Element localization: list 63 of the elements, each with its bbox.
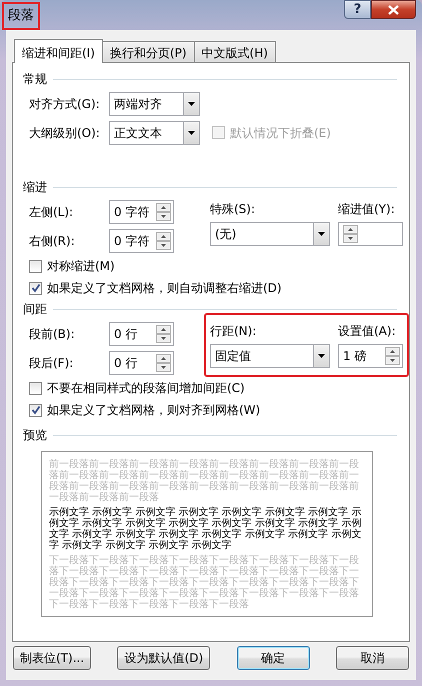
checkbox[interactable]	[29, 260, 42, 272]
dropdown-button[interactable]	[313, 222, 329, 244]
section-heading: 缩进	[23, 179, 47, 196]
caret-icon	[318, 354, 325, 358]
spin-arrows-icon	[156, 202, 171, 220]
checkbox-label: 不要在相同样式的段落间增加间距(C)	[47, 380, 245, 397]
section-heading: 常规	[23, 71, 47, 88]
preview-text: 下一段落下一段落下一段落下一段落下一段落下一段落下一段落下一段落下一段落下一段落下一段落下一段落下一段落下一段落下一段落下一段落下一段落下一段落下一段落下一段落下一段落下一段落下一段落下一段落下一段落下一段落下一段落下一段落下一段落下一段落下一段落下一段落下一段落下一段落下一段落下一段落	[49, 555, 360, 610]
field-label: 设置值(A):	[338, 322, 397, 340]
dialog-button[interactable]: 设为默认值(D)	[117, 646, 210, 670]
preview-text: 前一段落前一段落前一段落前一段落前一段落前一段落前一段落前一段落前一段落前一段落前一段落前一段落前一段落前一段落前一段落前一段落前一段落前一段落前一段落前一段落前一段落前一段落前一段落前一段落前一段落前一段落	[49, 459, 360, 503]
checkbox[interactable]	[29, 404, 42, 416]
close-icon	[388, 4, 399, 14]
spin-field[interactable]: 1 磅	[338, 344, 403, 368]
checkbox-label: 默认情况下折叠(E)	[230, 124, 331, 142]
caret-icon	[188, 130, 195, 134]
spin-field[interactable]: 0 字符	[109, 228, 174, 252]
field-label: 大纲级别(O):	[28, 124, 101, 142]
checkbox[interactable]	[29, 282, 42, 294]
preview-text: 示例文字 示例文字 示例文字 示例文字 示例文字 示例文字 示例文字 示例文字 示例文字 示例文字 示例文字 示例文字 示例文字 示例文字 示例文字 示例文字 示例文字 示例文字 示例文字 示例文字 示例文字 示例文字 示例文字 示例文字 示例文字 示例文字	[49, 507, 362, 551]
tab[interactable]: 缩进和间距(I)	[14, 39, 103, 63]
spin-field[interactable]: 0 行	[109, 322, 174, 346]
dropdown-field[interactable]: (无)	[210, 222, 330, 246]
checkbox[interactable]	[29, 382, 42, 394]
spin-field[interactable]: 0 行	[109, 350, 174, 374]
field-label: 段前(B):	[28, 326, 76, 342]
dropdown-field[interactable]: 两端对齐	[109, 92, 200, 116]
dropdown-button[interactable]	[183, 92, 199, 114]
spin-field[interactable]	[338, 222, 403, 246]
tab[interactable]: 换行和分页(P)	[102, 41, 195, 62]
field-label: 右侧(R):	[28, 232, 76, 250]
close-button[interactable]	[371, 0, 416, 19]
tab[interactable]: 中文版式(H)	[194, 41, 276, 62]
field-label: 行距(N):	[210, 322, 258, 340]
spin-arrows-icon	[385, 346, 400, 364]
caret-icon	[318, 232, 325, 236]
window-title: 段落	[2, 2, 40, 30]
section-heading: 预览	[23, 427, 47, 444]
field-label: 段后(F):	[28, 354, 74, 372]
field-label: 左侧(L):	[28, 204, 74, 220]
dropdown-button[interactable]	[183, 122, 199, 144]
field-label: 特殊(S):	[210, 200, 256, 218]
checkmark-icon	[30, 283, 40, 293]
spin-arrows-icon	[343, 224, 358, 242]
section-heading: 间距	[23, 301, 47, 318]
checkbox-label: 如果定义了文档网格，则对齐到网格(W)	[47, 402, 260, 419]
dialog-button[interactable]: 制表位(T)...	[13, 646, 92, 670]
caret-icon	[188, 102, 195, 106]
dialog-button[interactable]: 确定	[236, 646, 310, 670]
checkbox-label: 对称缩进(M)	[47, 258, 115, 275]
dialog-button[interactable]: 取消	[336, 646, 409, 670]
dropdown-field[interactable]: 正文文本	[109, 120, 200, 144]
spin-arrows-icon	[156, 324, 171, 342]
field-label: 缩进值(Y):	[338, 200, 396, 218]
spin-field[interactable]: 0 字符	[109, 200, 174, 224]
field-label: 对齐方式(G):	[28, 96, 101, 112]
dropdown-button[interactable]	[313, 344, 329, 366]
dropdown-field[interactable]: 固定值	[210, 344, 330, 368]
checkmark-icon	[30, 405, 40, 415]
spin-arrows-icon	[156, 354, 171, 372]
spin-arrows-icon	[156, 232, 171, 250]
checkbox-label: 如果定义了文档网格，则自动调整右缩进(D)	[47, 280, 282, 297]
help-button[interactable]: ?	[344, 0, 371, 19]
